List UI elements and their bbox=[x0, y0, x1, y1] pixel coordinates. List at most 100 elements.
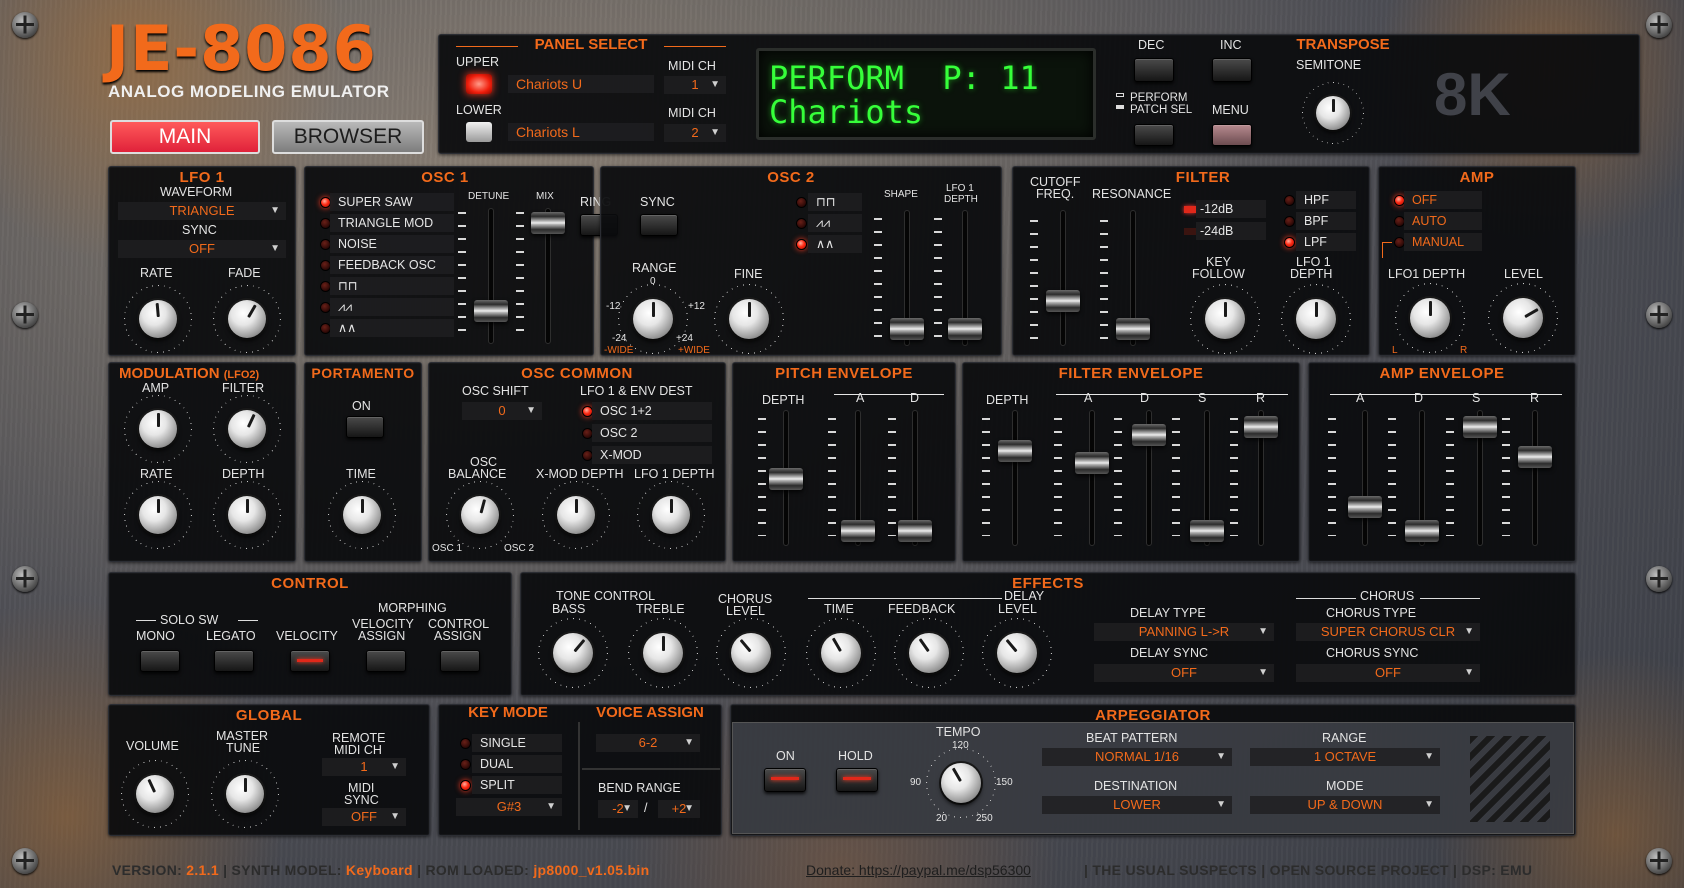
osc-balance-knob[interactable] bbox=[461, 496, 499, 534]
chorus-level-knob[interactable] bbox=[731, 633, 771, 673]
pitch-d-fader[interactable] bbox=[898, 520, 932, 542]
key-single-led[interactable] bbox=[460, 738, 471, 749]
delay-level-knob[interactable] bbox=[997, 633, 1037, 673]
lfo1-waveform-dropdown[interactable]: TRIANGLE ▼ bbox=[118, 202, 286, 220]
voice-assign-dropdown[interactable]: 6-2 ▼ bbox=[596, 734, 700, 752]
dec-button[interactable] bbox=[1134, 58, 1174, 82]
lower-patch-name[interactable]: Chariots L bbox=[508, 123, 654, 141]
arp-range-dropdown[interactable]: 1 OCTAVE ▼ bbox=[1250, 748, 1440, 766]
legato-button[interactable] bbox=[214, 650, 254, 672]
osc2-range-knob[interactable] bbox=[633, 299, 673, 339]
osc2-wave-led[interactable] bbox=[796, 197, 807, 208]
main-tab[interactable]: MAIN bbox=[110, 120, 260, 154]
inc-button[interactable] bbox=[1212, 58, 1252, 82]
perform-patch-sel-button[interactable] bbox=[1134, 124, 1174, 146]
filter-env-depth-fader[interactable] bbox=[998, 440, 1032, 462]
osc1-wave-option[interactable]: SUPER SAW bbox=[330, 193, 454, 211]
key-split-led[interactable] bbox=[460, 780, 471, 791]
arp-mode-dropdown[interactable]: UP & DOWN ▼ bbox=[1250, 796, 1440, 814]
arp-on-button[interactable] bbox=[764, 768, 806, 792]
pitch-a-fader[interactable] bbox=[841, 520, 875, 542]
slope-12-led[interactable] bbox=[1184, 206, 1196, 213]
mod-rate-knob[interactable] bbox=[139, 496, 177, 534]
lfo1-fade-knob[interactable] bbox=[228, 300, 266, 338]
lower-select-button[interactable] bbox=[466, 122, 492, 142]
osc1-wave-option[interactable]: FEEDBACK OSC bbox=[330, 256, 454, 274]
osc2-wave-option-saw[interactable]: ⩘⩘ bbox=[808, 214, 862, 232]
filter-env-a-fader[interactable] bbox=[1075, 452, 1109, 474]
osc1-wave-option[interactable]: NOISE bbox=[330, 235, 454, 253]
cutoff-fader[interactable] bbox=[1046, 290, 1080, 312]
destination-dropdown[interactable]: LOWER ▼ bbox=[1042, 796, 1232, 814]
velocity-button[interactable] bbox=[290, 650, 330, 672]
upper-patch-name[interactable]: Chariots U bbox=[508, 75, 654, 93]
delay-feedback-knob[interactable] bbox=[909, 633, 949, 673]
volume-knob[interactable] bbox=[136, 775, 174, 813]
bpf-led[interactable] bbox=[1284, 216, 1295, 227]
control-assign-button[interactable] bbox=[440, 650, 480, 672]
filter-env-r-fader[interactable] bbox=[1244, 416, 1278, 438]
shape-fader[interactable] bbox=[890, 318, 924, 340]
master-tune-knob[interactable] bbox=[226, 775, 264, 813]
osc2-wave-led[interactable] bbox=[796, 239, 807, 250]
osc2-fine-knob[interactable] bbox=[729, 299, 769, 339]
osc2-lfo1-depth-fader[interactable] bbox=[948, 318, 982, 340]
tempo-knob[interactable] bbox=[941, 763, 981, 803]
hpf-option[interactable]: HPF bbox=[1296, 191, 1356, 209]
amp-env-a-fader[interactable] bbox=[1348, 496, 1382, 518]
bass-knob[interactable] bbox=[553, 633, 593, 673]
semitone-knob[interactable] bbox=[1316, 96, 1350, 130]
amp-manual-option[interactable]: MANUAL bbox=[1404, 233, 1482, 251]
mod-depth-knob[interactable] bbox=[228, 496, 266, 534]
portamento-time-knob[interactable] bbox=[343, 496, 381, 534]
delay-type-dropdown[interactable]: PANNING L->R ▼ bbox=[1094, 623, 1274, 641]
lpf-option[interactable]: LPF bbox=[1296, 233, 1356, 251]
filter-lfo-depth-knob[interactable] bbox=[1296, 299, 1336, 339]
dest-xmod-option[interactable]: X-MOD bbox=[592, 446, 712, 464]
chorus-type-dropdown[interactable]: SUPER CHORUS CLR ▼ bbox=[1296, 623, 1480, 641]
lfo1-rate-knob[interactable] bbox=[139, 300, 177, 338]
hpf-led[interactable] bbox=[1284, 195, 1295, 206]
key-split-option[interactable]: SPLIT bbox=[472, 776, 562, 794]
osc-shift-dropdown[interactable]: 0 ▼ bbox=[462, 402, 542, 420]
portamento-on-button[interactable] bbox=[346, 416, 384, 438]
delay-time-knob[interactable] bbox=[821, 633, 861, 673]
key-dual-option[interactable]: DUAL bbox=[472, 755, 562, 773]
treble-knob[interactable] bbox=[643, 633, 683, 673]
mod-filter-knob[interactable] bbox=[228, 410, 266, 448]
osc2-wave-led[interactable] bbox=[796, 218, 807, 229]
xmod-depth-knob[interactable] bbox=[557, 496, 595, 534]
resonance-fader[interactable] bbox=[1116, 318, 1150, 340]
pitch-depth-fader[interactable] bbox=[769, 468, 803, 490]
dest-osc12-option[interactable]: OSC 1+2 bbox=[592, 402, 712, 420]
amp-off-option[interactable]: OFF bbox=[1404, 191, 1482, 209]
bend-down-dropdown[interactable]: -2 ▼ bbox=[598, 800, 638, 818]
mono-button[interactable] bbox=[140, 650, 180, 672]
filter-env-s-fader[interactable] bbox=[1190, 520, 1224, 542]
amp-level-knob[interactable] bbox=[1503, 298, 1543, 338]
osc1-wave-option-saw[interactable]: ⩘⩘ bbox=[330, 298, 454, 316]
osc1-wave-option-square[interactable]: ⊓⊓ bbox=[330, 277, 454, 295]
midi-sync-dropdown[interactable]: OFF ▼ bbox=[322, 808, 406, 826]
lfo1-sync-dropdown[interactable]: OFF ▼ bbox=[118, 240, 286, 258]
key-dual-led[interactable] bbox=[460, 759, 471, 770]
slope-12-option[interactable]: -12dB bbox=[1196, 200, 1266, 218]
arp-hold-button[interactable] bbox=[836, 768, 878, 792]
slope-24-option[interactable]: -24dB bbox=[1196, 222, 1266, 240]
bpf-option[interactable]: BPF bbox=[1296, 212, 1356, 230]
amp-auto-option[interactable]: AUTO bbox=[1404, 212, 1482, 230]
amp-env-s-fader[interactable] bbox=[1463, 416, 1497, 438]
browser-tab[interactable]: BROWSER bbox=[272, 120, 424, 154]
amp-lfo1-depth-knob[interactable] bbox=[1410, 298, 1450, 338]
velocity-assign-button[interactable] bbox=[366, 650, 406, 672]
osc2-wave-option-triangle[interactable]: ∧∧ bbox=[808, 235, 862, 253]
mix-fader[interactable] bbox=[531, 212, 565, 234]
detune-fader[interactable] bbox=[474, 300, 508, 322]
key-single-option[interactable]: SINGLE bbox=[472, 734, 562, 752]
amp-env-d-fader[interactable] bbox=[1405, 520, 1439, 542]
upper-select-button[interactable] bbox=[466, 74, 492, 94]
osc-common-lfo1-depth-knob[interactable] bbox=[652, 496, 690, 534]
key-follow-knob[interactable] bbox=[1205, 299, 1245, 339]
lpf-led[interactable] bbox=[1284, 237, 1295, 248]
osc2-wave-option-square[interactable]: ⊓⊓ bbox=[808, 193, 862, 211]
